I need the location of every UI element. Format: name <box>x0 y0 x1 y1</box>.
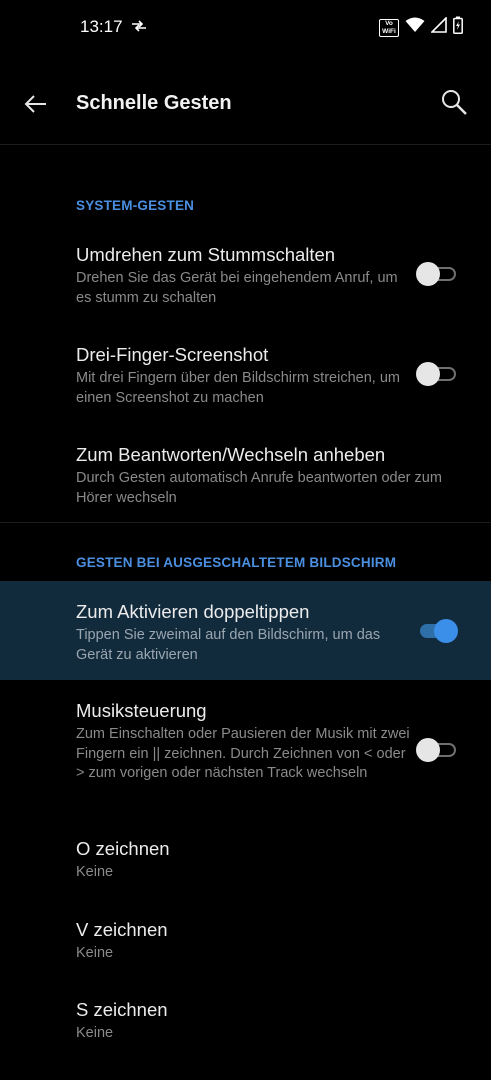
search-button[interactable] <box>438 86 472 120</box>
pref-title: Zum Aktivieren doppeltippen <box>76 601 310 622</box>
signal-icon <box>430 16 447 38</box>
battery-charging-icon <box>453 16 463 39</box>
pref-title: V zeichnen <box>76 919 168 940</box>
toggle-thumb <box>434 619 458 643</box>
pref-flip-to-mute[interactable]: Umdrehen zum Stummschalten Drehen Sie da… <box>0 234 491 324</box>
section-header-screen-off-gestures: GESTEN BEI AUSGESCHALTETEM BILDSCHIRM <box>76 555 397 570</box>
pref-summary: Keine <box>76 864 114 880</box>
pref-double-tap-to-wake[interactable]: Zum Aktivieren doppeltippen Tippen Sie z… <box>0 581 491 680</box>
wifi-icon <box>405 17 425 38</box>
pref-raise-to-answer[interactable]: Zum Beantworten/Wechseln anheben Durch G… <box>0 434 491 514</box>
pref-summary: Keine <box>76 945 114 961</box>
search-icon <box>442 90 467 115</box>
toggle-thumb <box>416 262 440 286</box>
pref-draw-o[interactable]: O zeichnen Keine <box>0 828 491 898</box>
double-tap-to-wake-toggle[interactable] <box>416 619 458 643</box>
section-divider <box>0 522 491 523</box>
section-header-system-gestures: SYSTEM-GESTEN <box>76 198 195 213</box>
pref-summary: Tippen Sie zweimal auf den Bildschirm, u… <box>76 627 381 663</box>
pref-summary: Zum Einschalten oder Pausieren der Musik… <box>76 726 410 781</box>
pref-draw-s[interactable]: S zeichnen Keine <box>0 989 491 1059</box>
page-title: Schnelle Gesten <box>76 92 232 114</box>
toggle-thumb <box>416 738 440 762</box>
status-bar: 13:17 Vo WiFi <box>0 0 491 54</box>
pref-music-control[interactable]: Musiksteuerung Zum Einschalten oder Paus… <box>0 690 491 810</box>
app-bar: Schnelle Gesten <box>0 78 491 130</box>
toggle-thumb <box>416 362 440 386</box>
pref-title: O zeichnen <box>76 838 170 859</box>
pref-title: Drei-Finger-Screenshot <box>76 344 269 365</box>
status-icons: Vo WiFi <box>379 16 463 39</box>
pref-title: S zeichnen <box>76 999 168 1020</box>
pref-summary: Drehen Sie das Gerät bei eingehendem Anr… <box>76 270 398 306</box>
data-transfer-icon <box>131 19 147 38</box>
pref-summary: Durch Gesten automatisch Anrufe beantwor… <box>76 470 442 506</box>
vowifi-label: Vo WiFi <box>382 19 396 35</box>
status-time: 13:17 <box>80 17 123 36</box>
pref-three-finger-screenshot[interactable]: Drei-Finger-Screenshot Mit drei Fingern … <box>0 334 491 424</box>
three-finger-screenshot-toggle[interactable] <box>416 362 458 386</box>
vowifi-icon: Vo WiFi <box>379 18 399 37</box>
back-arrow-icon <box>24 95 46 113</box>
flip-to-mute-toggle[interactable] <box>416 262 458 286</box>
pref-summary: Keine <box>76 1025 114 1041</box>
app-bar-divider <box>0 144 491 145</box>
music-control-toggle[interactable] <box>416 738 458 762</box>
pref-title: Zum Beantworten/Wechseln anheben <box>76 444 386 465</box>
pref-summary: Mit drei Fingern über den Bildschirm str… <box>76 370 400 406</box>
back-button[interactable] <box>20 88 52 120</box>
pref-draw-v[interactable]: V zeichnen Keine <box>0 909 491 979</box>
pref-title: Musiksteuerung <box>76 700 207 721</box>
pref-title: Umdrehen zum Stummschalten <box>76 244 336 265</box>
